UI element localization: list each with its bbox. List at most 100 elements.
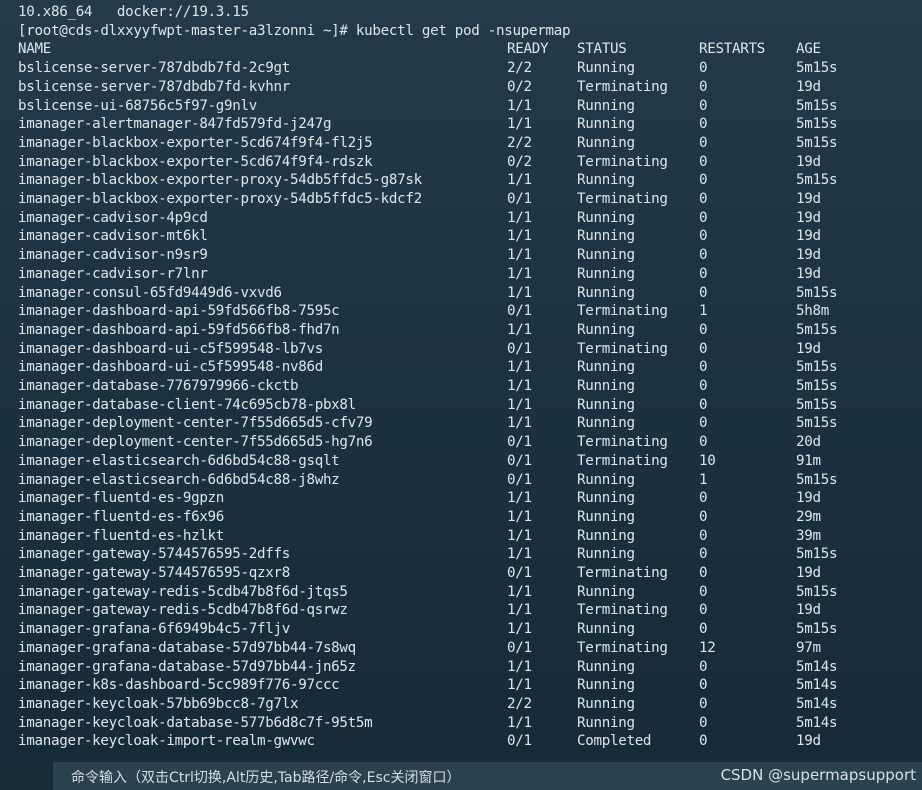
pod-name-cell: bslicense-server-787dbdb7fd-2c9gt (18, 60, 290, 77)
pod-name-cell: imanager-database-7767979966-ckctb (18, 378, 299, 394)
pod-restarts-cell: 1 (699, 303, 708, 320)
pod-restarts-cell: 0 (699, 359, 708, 376)
pod-status-cell: Running (577, 396, 635, 413)
pod-age-cell: 5m15s (796, 621, 838, 638)
pod-ready-cell: 2/2 (507, 60, 532, 77)
pod-ready-cell: 1/1 (507, 359, 532, 376)
pod-status-cell: Running (577, 228, 635, 245)
pod-name-cell: imanager-keycloak-database-577b6d8c7f-95… (18, 714, 373, 731)
pod-restarts-cell: 0 (699, 546, 708, 563)
pod-status-cell: Running (577, 677, 635, 694)
pod-age-cell: 19d (796, 247, 821, 264)
pod-name-cell: imanager-fluentd-es-9gpzn (18, 490, 225, 507)
command-prompt-line: [root@cds-dlxxyyfwpt-master-a3lzonni ~]#… (18, 22, 571, 39)
pod-age-cell: 29m (796, 508, 821, 525)
pod-status-cell: Terminating (577, 452, 668, 469)
pod-age-cell: 5m15s (796, 415, 838, 432)
pod-status-cell: Running (577, 508, 635, 525)
pod-restarts-cell: 0 (699, 677, 708, 694)
pod-restarts-cell: 0 (699, 396, 708, 413)
pod-age-cell: 5m15s (796, 172, 838, 189)
pod-age-cell: 5m15s (796, 583, 838, 600)
pod-age-cell: 19d (796, 490, 821, 507)
pod-status-cell: Running (577, 247, 635, 264)
pod-age-cell: 5m15s (796, 116, 838, 133)
pod-name-cell: imanager-consul-65fd9449d6-vxvd6 (18, 284, 282, 301)
pod-status-cell: Running (577, 60, 635, 77)
pod-restarts-cell: 0 (699, 265, 708, 282)
pod-name-cell: imanager-cadvisor-n9sr9 (18, 247, 208, 264)
pod-ready-cell: 0/1 (507, 471, 532, 488)
pod-ready-cell: 1/1 (507, 714, 532, 731)
pod-ready-cell: 0/2 (507, 78, 532, 95)
pod-status-cell: Running (577, 546, 635, 563)
pod-age-cell: 5m14s (796, 695, 838, 712)
pod-age-cell: 19d (796, 209, 821, 226)
pod-status-cell: Running (577, 415, 635, 432)
pod-age-cell: 39m (796, 527, 821, 544)
pod-name-cell: imanager-dashboard-api-59fd566fb8-7595c (18, 303, 340, 320)
pod-age-cell: 5m14s (796, 677, 838, 694)
pod-age-cell: 19d (796, 191, 821, 207)
pod-ready-cell: 1/1 (507, 546, 532, 563)
command-input-bar[interactable]: 命令输入（双击Ctrl切换,Alt历史,Tab路径/命令,Esc关闭窗口） CS… (53, 762, 922, 790)
pod-ready-cell: 0/1 (507, 733, 532, 750)
pod-restarts-cell: 0 (699, 508, 708, 525)
pod-status-cell: Running (577, 714, 635, 731)
pod-restarts-cell: 0 (699, 97, 708, 114)
pod-name-cell: imanager-grafana-6f6949b4c5-7fljv (18, 621, 290, 638)
pod-name-cell: imanager-cadvisor-r7lnr (18, 265, 208, 282)
pod-ready-cell: 1/1 (507, 602, 532, 619)
pod-status-cell: Terminating (577, 153, 668, 170)
pod-name-cell: imanager-blackbox-exporter-proxy-54db5ff… (18, 191, 422, 207)
pod-age-cell: 97m (796, 639, 821, 656)
pod-age-cell: 19d (796, 265, 821, 282)
pod-status-cell: Terminating (577, 78, 668, 95)
pod-ready-cell: 2/2 (507, 134, 532, 151)
pod-age-cell: 5m15s (796, 97, 838, 114)
pod-table-header: NAME READY STATUS RESTARTS AGE (18, 40, 821, 59)
pod-status-cell: Terminating (577, 191, 668, 207)
pod-status-cell: Terminating (577, 434, 668, 451)
pod-ready-cell: 1/1 (507, 378, 532, 394)
pod-status-cell: Running (577, 134, 635, 151)
column-header-restarts: RESTARTS (699, 41, 765, 58)
pod-ready-cell: 1/1 (507, 265, 532, 282)
pod-name-cell: imanager-elasticsearch-6d6bd54c88-gsqlt (18, 452, 340, 469)
pod-age-cell: 5m15s (796, 134, 838, 151)
pod-name-cell: imanager-alertmanager-847fd579fd-j247g (18, 116, 332, 133)
pod-restarts-cell: 0 (699, 378, 708, 394)
pod-name-cell: imanager-cadvisor-4p9cd (18, 209, 208, 226)
pod-ready-cell: 0/1 (507, 452, 532, 469)
pod-restarts-cell: 0 (699, 415, 708, 432)
pod-status-cell: Running (577, 471, 635, 488)
pod-name-cell: bslicense-ui-68756c5f97-g9nlv (18, 97, 258, 114)
pod-ready-cell: 1/1 (507, 116, 532, 133)
pod-status-cell: Running (577, 378, 635, 394)
column-header-name: NAME (18, 41, 51, 58)
pod-age-cell: 19d (796, 340, 821, 357)
pod-restarts-cell: 0 (699, 340, 708, 357)
pod-restarts-cell: 0 (699, 228, 708, 245)
pod-restarts-cell: 0 (699, 321, 708, 338)
pod-restarts-cell: 0 (699, 490, 708, 507)
pod-ready-cell: 0/1 (507, 565, 532, 581)
terminal-output[interactable]: 10.x86_64 docker://19.3.15 [root@cds-dlx… (0, 0, 922, 760)
pod-ready-cell: 1/1 (507, 209, 532, 226)
pod-ready-cell: 2/2 (507, 695, 532, 712)
pod-age-cell: 5m15s (796, 396, 838, 413)
pod-age-cell: 19d (796, 602, 821, 619)
pod-status-cell: Running (577, 284, 635, 301)
pod-ready-cell: 1/1 (507, 247, 532, 264)
pod-name-cell: imanager-grafana-database-57d97bb44-7s8w… (18, 639, 356, 656)
pod-age-cell: 5h8m (796, 303, 829, 320)
pod-ready-cell: 0/1 (507, 191, 532, 207)
pod-status-cell: Running (577, 321, 635, 338)
pod-name-cell: imanager-keycloak-57bb69bcc8-7g7lx (18, 695, 299, 712)
pod-restarts-cell: 0 (699, 658, 708, 675)
pod-restarts-cell: 0 (699, 209, 708, 226)
column-header-ready: READY (507, 41, 549, 58)
pod-name-cell: imanager-blackbox-exporter-proxy-54db5ff… (18, 172, 422, 189)
pod-ready-cell: 1/1 (507, 677, 532, 694)
pod-restarts-cell: 0 (699, 116, 708, 133)
